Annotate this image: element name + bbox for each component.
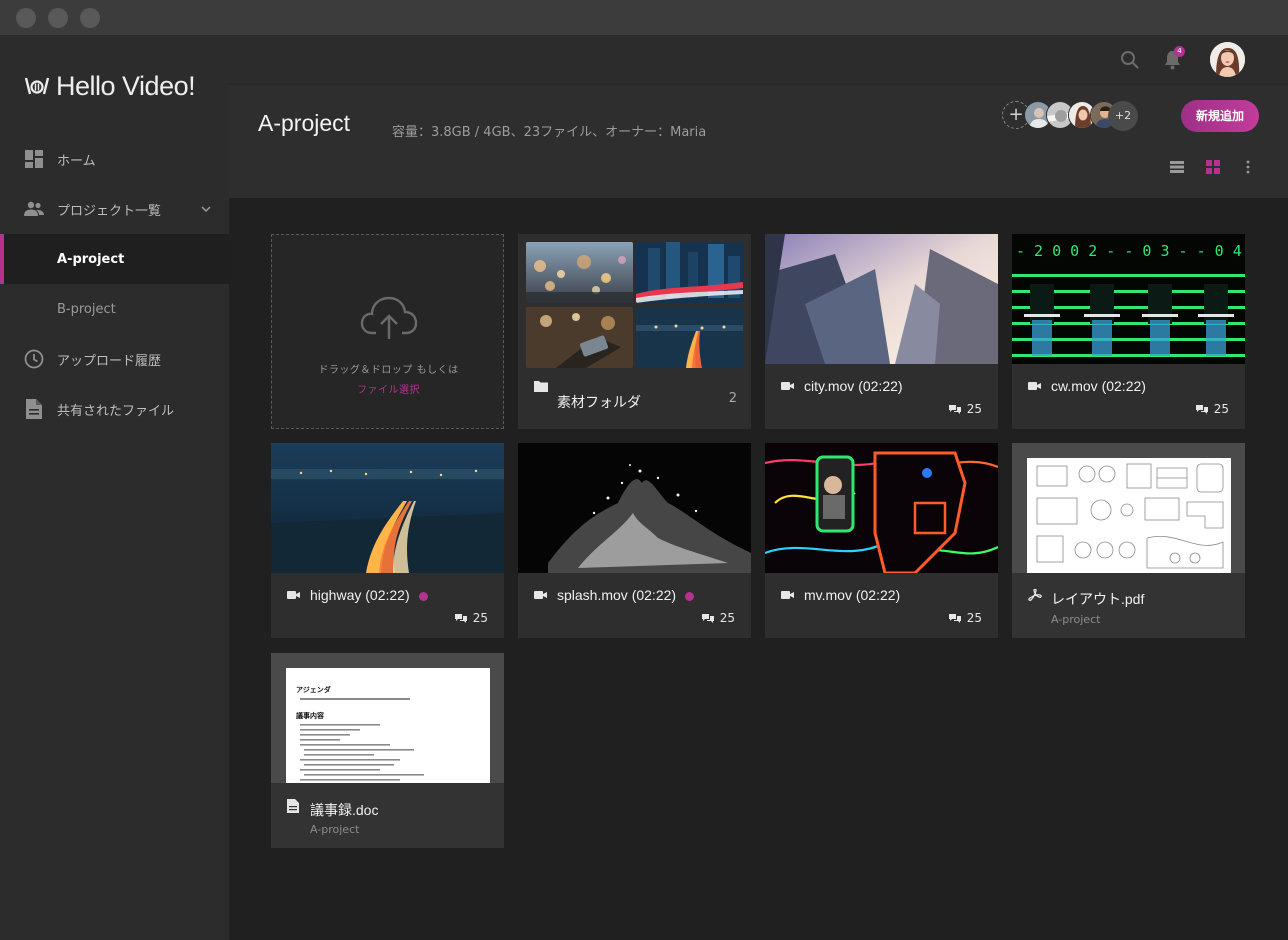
file-name: cw.mov (02:22) [1051, 378, 1146, 394]
user-avatar[interactable] [1210, 42, 1245, 77]
folder-item-count: 2 [728, 391, 737, 406]
logo-mark-icon [24, 77, 50, 95]
dashboard-icon [24, 149, 44, 169]
file-name-text: splash.mov (02:22) [557, 587, 677, 603]
sidebar-item-home[interactable]: ホーム [0, 134, 229, 184]
comment-count[interactable]: 25 [454, 611, 488, 625]
folder-thumb [526, 242, 633, 303]
folder-thumb [636, 307, 743, 368]
unread-indicator [418, 591, 428, 601]
window-close-button[interactable] [16, 8, 36, 28]
file-card-mv[interactable]: mv.mov (02:22) 25 [765, 443, 998, 638]
sidebar-item-label: 共有されたファイル [57, 403, 175, 419]
sidebar-item-label: A-project [57, 251, 125, 267]
file-name: レイアウト.pdf [1051, 591, 1145, 607]
video-thumbnail [765, 443, 998, 573]
comment-count[interactable]: 25 [701, 611, 735, 625]
video-icon [781, 591, 794, 599]
pdf-icon [1028, 589, 1042, 601]
folder-icon [534, 381, 548, 392]
file-name: splash.mov (02:22) [557, 587, 695, 603]
file-name: mv.mov (02:22) [804, 587, 901, 603]
comment-count[interactable]: 25 [948, 402, 982, 416]
file-card-city[interactable]: city.mov (02:22) 25 [765, 234, 998, 429]
comment-icon [948, 405, 961, 414]
sidebar-item-shared-files[interactable]: 共有されたファイル [0, 384, 229, 434]
pdf-thumbnail [1012, 443, 1245, 573]
window-minimize-button[interactable] [48, 8, 68, 28]
doc-heading: アジェンダ [296, 685, 331, 694]
window-zoom-button[interactable] [80, 8, 100, 28]
comment-count-value: 25 [472, 611, 488, 625]
cloud-upload-icon [360, 296, 418, 339]
file-name: 議事録.doc [310, 802, 379, 818]
doc-thumbnail: アジェンダ 議事内容 [271, 653, 504, 783]
sidebar-item-projects[interactable]: プロジェクト一覧 [0, 184, 229, 234]
comment-icon [948, 614, 961, 623]
folder-thumb [526, 307, 633, 368]
file-name-text: highway (02:22) [310, 587, 410, 603]
folder-card[interactable]: 素材フォルダ 2 [518, 234, 751, 429]
sidebar-item-label: B-project [57, 301, 116, 317]
file-card-layout-pdf[interactable]: レイアウト.pdf A-project [1012, 443, 1245, 638]
file-name: city.mov (02:22) [804, 378, 903, 394]
sidebar-item-label: アップロード履歴 [57, 353, 162, 369]
file-card-cw[interactable]: - 2 0 0 2 - - 0 3 - - 0 4 - - 0 5 - - 0 … [1012, 234, 1245, 429]
clock-icon [24, 349, 44, 369]
more-options-icon[interactable] [1241, 160, 1255, 174]
comment-count-value: 25 [1213, 402, 1229, 416]
sidebar-item-a-project[interactable]: A-project [0, 234, 229, 284]
comment-count-value: 25 [966, 611, 982, 625]
file-project: A-project [310, 823, 360, 836]
file-project: A-project [1051, 613, 1101, 626]
unread-indicator [685, 591, 695, 601]
sidebar-item-label: プロジェクト一覧 [57, 203, 162, 219]
comment-icon [1195, 405, 1208, 414]
video-icon [781, 382, 794, 390]
grid-view-icon[interactable] [1206, 160, 1220, 174]
folder-thumb [636, 242, 743, 303]
people-icon [24, 199, 44, 219]
upload-dropzone[interactable]: ドラッグ＆ドロップ もしくは ファイル選択 [271, 234, 504, 429]
video-icon [534, 591, 547, 599]
project-meta: 容量：3.8GB / 4GB、23ファイル、オーナー：Maria [392, 125, 707, 140]
video-thumbnail [518, 443, 751, 573]
window-titlebar [0, 0, 1288, 36]
file-name: highway (02:22) [310, 587, 428, 603]
comment-count-value: 25 [966, 402, 982, 416]
doc-section-heading: 議事内容 [296, 711, 324, 720]
sidebar-item-upload-history[interactable]: アップロード履歴 [0, 334, 229, 384]
file-card-splash[interactable]: splash.mov (02:22) 25 [518, 443, 751, 638]
comment-count[interactable]: 25 [1195, 402, 1229, 416]
cw-sequence-text: - 2 0 0 2 - - 0 3 - - 0 4 - - 0 5 - - 0 … [1016, 242, 1245, 260]
file-select-link[interactable]: ファイル選択 [272, 381, 505, 396]
comment-count-value: 25 [719, 611, 735, 625]
search-icon[interactable] [1120, 50, 1140, 70]
page-title: A-project [258, 110, 351, 136]
sidebar-item-b-project[interactable]: B-project [0, 284, 229, 334]
video-thumbnail [765, 234, 998, 364]
video-icon [1028, 382, 1041, 390]
more-members-count[interactable]: +2 [1108, 101, 1138, 131]
file-card-minutes-doc[interactable]: アジェンダ議事内容 議事録.doc A-project [271, 653, 504, 848]
list-view-icon[interactable] [1170, 160, 1184, 174]
video-thumbnail: - 2 0 0 2 - - 0 3 - - 0 4 - - 0 5 - - 0 … [1012, 234, 1245, 364]
file-name: 素材フォルダ [557, 394, 641, 410]
file-card-highway[interactable]: highway (02:22) 25 [271, 443, 504, 638]
document-icon [287, 799, 299, 813]
comment-icon [454, 614, 467, 623]
comment-count[interactable]: 25 [948, 611, 982, 625]
notification-badge: 4 [1174, 46, 1185, 57]
video-thumbnail [271, 443, 504, 573]
comment-icon [701, 614, 714, 623]
sidebar-item-label: ホーム [57, 153, 96, 169]
video-icon [287, 591, 300, 599]
app-logo[interactable]: Hello Video! [24, 70, 196, 102]
sidebar: Hello Video! ホーム プロジェクト一覧 A-project B-pr… [0, 36, 229, 940]
upload-instruction: ドラッグ＆ドロップ もしくは [318, 365, 459, 376]
add-new-button[interactable]: 新規追加 [1181, 100, 1259, 132]
document-icon [24, 399, 44, 419]
app-name: Hello Video! [56, 70, 196, 101]
chevron-down-icon[interactable] [201, 206, 211, 212]
